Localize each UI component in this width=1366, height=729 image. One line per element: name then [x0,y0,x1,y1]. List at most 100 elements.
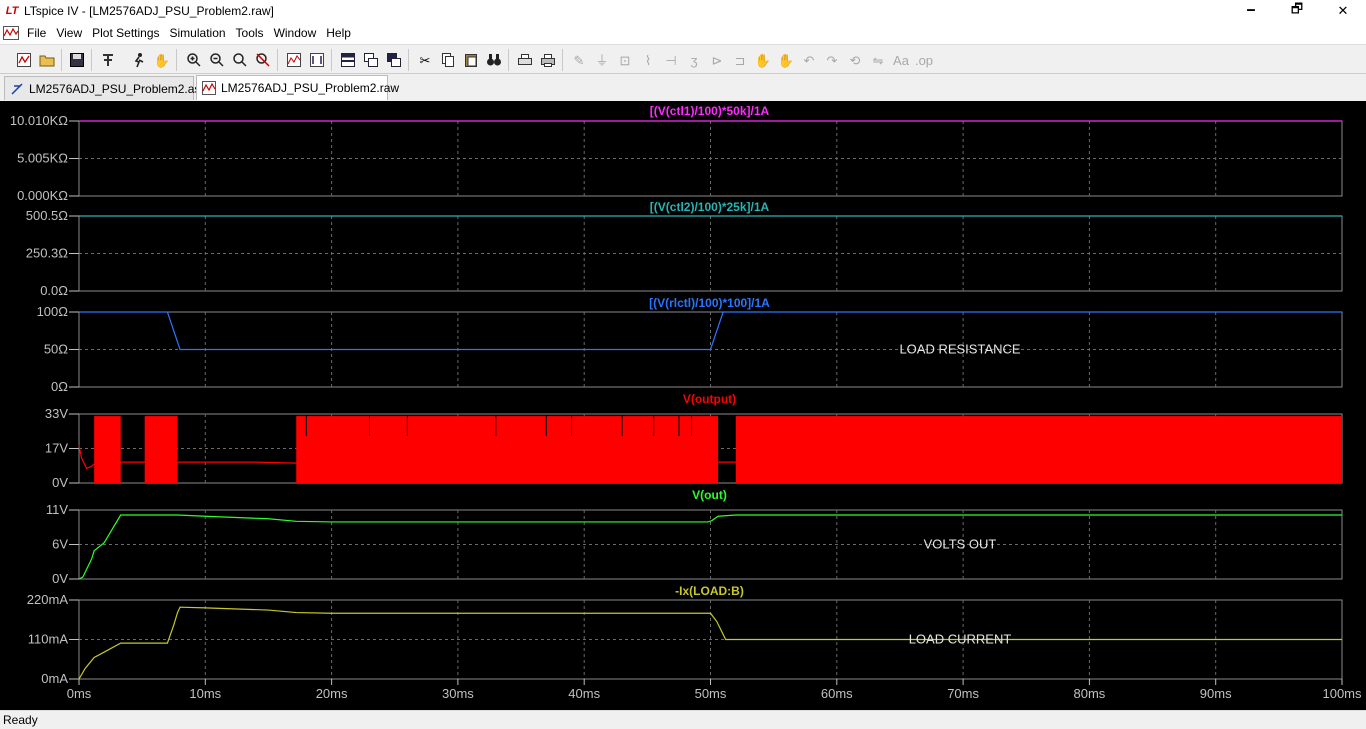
y-tick-label: 50Ω [44,342,68,357]
trace-title-load: -Ix(LOAD:B) [675,584,744,598]
tab-waveform[interactable]: LM2576ADJ_PSU_Problem2.raw [196,75,399,100]
ground-icon: ⏚ [595,52,609,68]
control-panel-icon[interactable] [98,50,118,70]
trace-title-ctl2: [(V(ctl2)/100)*25k]/1A [650,200,770,214]
zoom-out-icon[interactable] [207,50,227,70]
text-icon: Aa [893,52,909,68]
status-bar: Ready [0,710,1366,728]
print-setup-icon[interactable] [515,50,535,70]
switching-block [735,416,1342,483]
drag-hand-icon: ✋ [777,52,795,68]
y-tick-label: 250.3Ω [26,246,69,261]
x-tick-label: 30ms [442,686,474,701]
menu-file[interactable]: File [22,22,51,44]
waveform-plot-svg[interactable]: 10.010KΩ 5.005KΩ 0.000KΩ [(V(ctl1)/100)*50k… [0,101,1366,710]
waveform-doc-icon[interactable] [0,22,22,44]
spice-directive-icon: .op [914,52,934,68]
menu-tools[interactable]: Tools [231,22,269,44]
y-tick-label: 220mA [27,592,69,607]
toolbar: ✋ ✂ ✎ ⏚ ⊡ ⌇ ⊣ ʒ ⊳ ⊐ ✋ ✋ ↶ ↷ ⟲ ⇋ Aa .op [0,44,1366,74]
redo-icon: ↷ [826,52,838,68]
zoom-cancel-icon[interactable] [253,50,273,70]
zoom-fit-icon[interactable] [230,50,250,70]
new-schematic-icon[interactable] [14,50,34,70]
cascade-windows-icon[interactable] [361,50,381,70]
capacitor-icon: ⊣ [665,52,677,68]
title-bar: LT LTspice IV - [LM2576ADJ_PSU_Problem2.… [0,0,1366,22]
y-tick-label: 0Ω [51,379,68,394]
tile-vertical-icon[interactable] [384,50,404,70]
waveform-icon [202,80,216,96]
maximize-button[interactable]: 🗗 [1274,0,1320,22]
y-tick-label: 0.000KΩ [17,188,68,203]
mirror-icon: ⇋ [872,52,884,68]
tab-schematic[interactable]: LM2576ADJ_PSU_Problem2.asc [4,76,206,100]
y-tick-label: 0mA [41,671,68,686]
menu-simulation[interactable]: Simulation [165,22,231,44]
trace-title-output: V(output) [683,392,736,406]
print-icon[interactable] [538,50,558,70]
label-net-icon: ⊡ [619,52,631,68]
pane-output[interactable] [69,413,1343,484]
schematic-icon [10,81,24,97]
x-tick-label: 80ms [1074,686,1106,701]
menu-plot-settings[interactable]: Plot Settings [87,22,164,44]
tab-waveform-label: LM2576ADJ_PSU_Problem2.raw [221,81,400,95]
x-tick-label: 100ms [1322,686,1362,701]
manual-limits-icon[interactable] [307,50,327,70]
y-tick-label: 10.010KΩ [10,113,68,128]
trace-title-ctl1: [(V(ctl1)/100)*50k]/1A [650,104,770,118]
trace-title-rlctl: [(V(rlctl)/100)*100]/1A [649,296,770,310]
component-icon: ⊐ [734,52,746,68]
y-tick-label: 6V [52,537,68,552]
tile-horizontal-icon[interactable] [338,50,358,70]
y-tick-label: 500.5Ω [26,208,69,223]
switching-block [296,416,719,483]
y-tick-label: 17V [45,441,68,456]
menu-view[interactable]: View [51,22,87,44]
pane-rlctl[interactable] [69,311,1343,388]
tab-schematic-label: LM2576ADJ_PSU_Problem2.asc [29,81,207,96]
x-tick-label: 40ms [568,686,600,701]
pane-ctl1[interactable] [69,120,1343,197]
y-tick-label: 0V [52,571,68,586]
waveform-plot-area[interactable]: 10.010KΩ 5.005KΩ 0.000KΩ [(V(ctl1)/100)*50k… [0,101,1366,710]
zoom-in-icon[interactable] [184,50,204,70]
minimize-button[interactable]: 🗕 [1228,0,1274,22]
status-text: Ready [3,713,38,727]
pane-ctl2[interactable] [69,215,1343,292]
x-tick-label: 70ms [947,686,979,701]
x-tick-label: 90ms [1200,686,1232,701]
copy-icon[interactable] [438,50,458,70]
inductor-icon: ʒ [690,52,698,68]
undo-icon: ↶ [803,52,815,68]
open-folder-icon[interactable] [37,50,57,70]
halt-hand-icon: ✋ [153,52,171,68]
ltspice-app-icon[interactable]: LT [4,3,20,19]
find-binoculars-icon[interactable] [484,50,504,70]
y-tick-label: 0.0Ω [40,283,68,298]
x-tick-label: 10ms [189,686,221,701]
x-tick-label: 20ms [316,686,348,701]
save-icon[interactable] [67,50,87,70]
trace-title-out: V(out) [692,488,727,502]
y-tick-label: 5.005KΩ [17,151,68,166]
autorange-icon[interactable] [284,50,304,70]
x-tick-label: 0ms [67,686,92,701]
paste-icon[interactable] [461,50,481,70]
annotation-out: VOLTS OUT [924,537,997,552]
y-tick-label: 100Ω [37,304,69,319]
run-icon[interactable] [129,50,149,70]
annotation-rlctl: LOAD RESISTANCE [899,342,1020,357]
pane-out[interactable] [69,509,1343,580]
annotation-load: LOAD CURRENT [909,632,1012,647]
pane-load[interactable] [69,599,1343,680]
close-button[interactable]: ✕ [1320,0,1366,22]
rotate-icon: ⟲ [849,52,861,68]
menu-window[interactable]: Window [269,22,322,44]
document-tab-bar: LM2576ADJ_PSU_Problem2.asc LM2576ADJ_PSU… [0,74,1366,101]
y-tick-label: 0V [52,475,68,490]
menu-help[interactable]: Help [321,22,356,44]
cut-icon[interactable]: ✂ [415,50,435,70]
x-tick-label: 50ms [695,686,727,701]
